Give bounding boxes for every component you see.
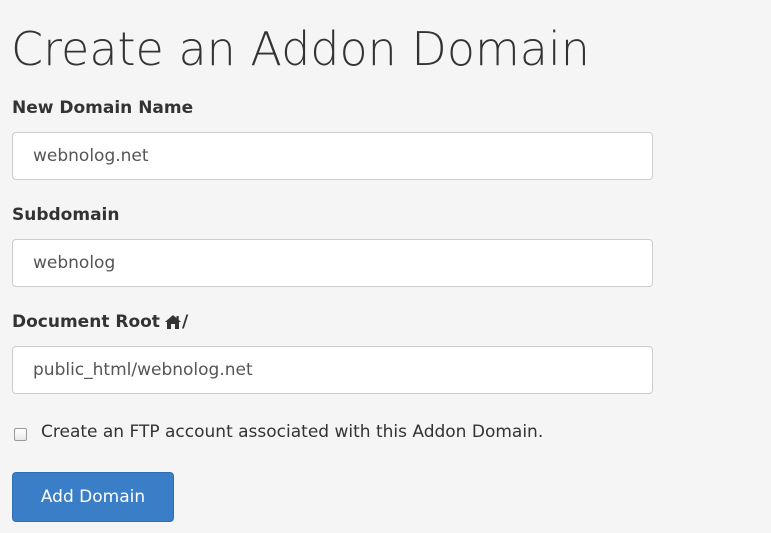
addon-domain-page: Create an Addon Domain New Domain Name S… bbox=[0, 0, 771, 533]
new-domain-label: New Domain Name bbox=[12, 98, 194, 118]
add-domain-button[interactable]: Add Domain bbox=[12, 472, 174, 522]
ftp-account-checkbox[interactable] bbox=[14, 428, 27, 441]
subdomain-input[interactable] bbox=[12, 239, 653, 287]
ftp-account-checkbox-label[interactable]: Create an FTP account associated with th… bbox=[41, 422, 543, 442]
document-root-label: Document Root bbox=[12, 312, 160, 332]
document-root-label-row: Document Root / bbox=[12, 312, 188, 335]
path-separator: / bbox=[181, 312, 189, 332]
page-title: Create an Addon Domain bbox=[11, 22, 590, 76]
subdomain-label: Subdomain bbox=[12, 205, 120, 225]
new-domain-input[interactable] bbox=[12, 132, 653, 180]
document-root-input[interactable] bbox=[12, 346, 653, 394]
home-icon bbox=[164, 314, 182, 335]
